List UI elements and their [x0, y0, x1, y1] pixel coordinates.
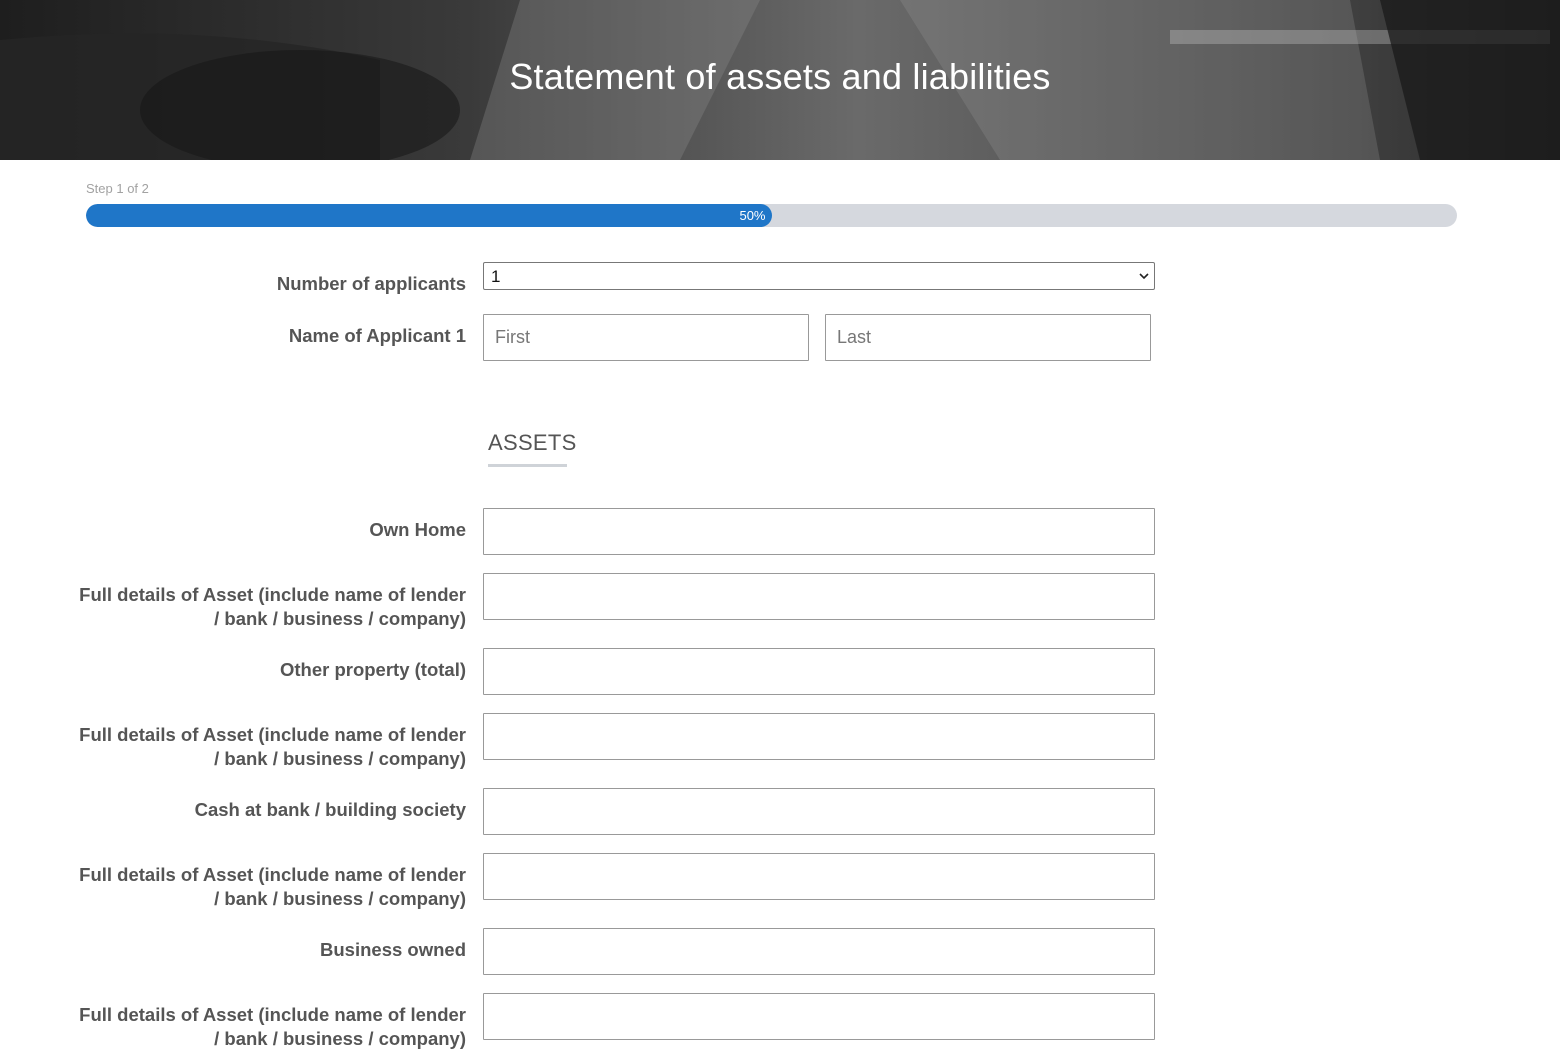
- step-indicator: Step 1 of 2: [86, 181, 149, 196]
- asset-details-label: Full details of Asset (include name of l…: [79, 864, 466, 909]
- asset-details-label: Full details of Asset (include name of l…: [79, 1004, 466, 1049]
- other-property-input[interactable]: [483, 648, 1155, 695]
- page-title: Statement of assets and liabilities: [509, 56, 1051, 97]
- progress-fill: 50%: [86, 204, 772, 227]
- first-name-input[interactable]: [483, 314, 809, 361]
- progress-percent: 50%: [739, 208, 766, 223]
- other-property-details-input[interactable]: [483, 713, 1155, 760]
- cash-at-bank-label: Cash at bank / building society: [194, 799, 466, 820]
- business-owned-label: Business owned: [320, 939, 466, 960]
- applicants-count-select[interactable]: 1: [483, 262, 1155, 290]
- chevron-down-icon: [1139, 273, 1149, 280]
- own-home-details-input[interactable]: [483, 573, 1155, 620]
- applicants-count-label: Number of applicants: [276, 273, 466, 294]
- cash-at-bank-details-input[interactable]: [483, 853, 1155, 900]
- assets-heading: ASSETS: [488, 430, 577, 455]
- applicants-count-value: 1: [491, 267, 501, 286]
- hero-banner: Statement of assets and liabilities: [0, 0, 1560, 160]
- business-owned-input[interactable]: [483, 928, 1155, 975]
- applicant-name-label: Name of Applicant 1: [288, 325, 466, 346]
- last-name-input[interactable]: [825, 314, 1151, 361]
- own-home-label: Own Home: [369, 519, 466, 540]
- assets-heading-underline: [488, 464, 567, 467]
- business-owned-details-input[interactable]: [483, 993, 1155, 1040]
- other-property-label: Other property (total): [279, 659, 466, 680]
- cash-at-bank-input[interactable]: [483, 788, 1155, 835]
- asset-details-label: Full details of Asset (include name of l…: [79, 584, 466, 629]
- progress-bar: 50%: [86, 204, 1457, 227]
- own-home-input[interactable]: [483, 508, 1155, 555]
- asset-details-label: Full details of Asset (include name of l…: [79, 724, 466, 769]
